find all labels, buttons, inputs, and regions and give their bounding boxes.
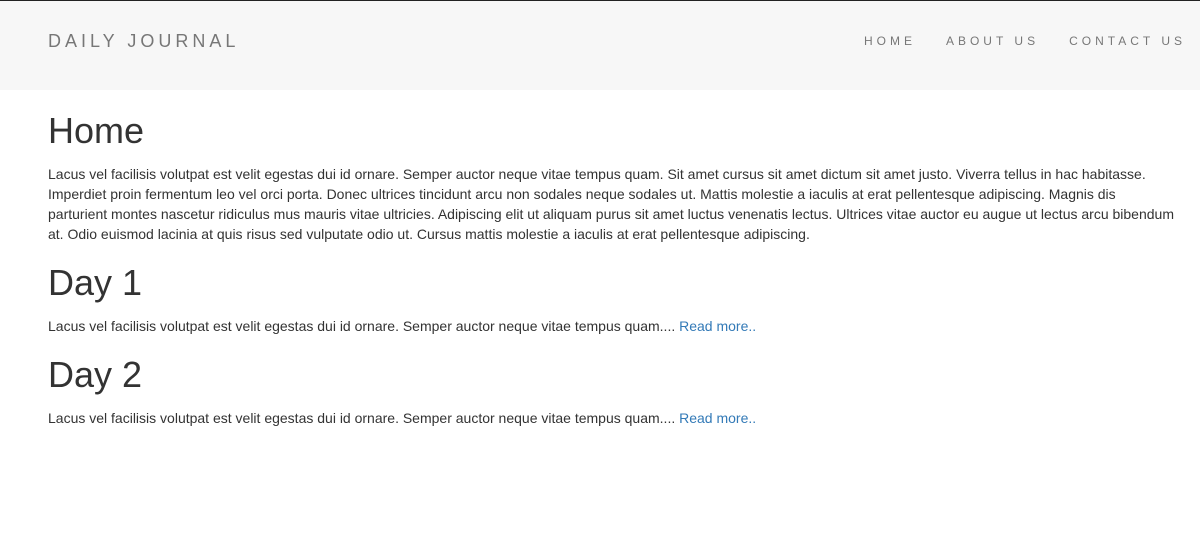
post-title: Day 2 — [48, 354, 143, 395]
read-more-link[interactable]: Read more.. — [679, 318, 756, 334]
post-excerpt-text: Lacus vel facilisis volutpat est velit e… — [48, 318, 676, 334]
read-more-link[interactable]: Read more.. — [679, 410, 756, 426]
nav-menu: HOME ABOUT US CONTACT US — [864, 34, 1186, 48]
nav-link-contact-us[interactable]: CONTACT US — [1069, 34, 1186, 48]
post-title: Day 1 — [48, 262, 143, 303]
nav-link-about-us[interactable]: ABOUT US — [946, 34, 1039, 48]
page-title: Home — [48, 110, 145, 151]
post-day-2: Day 2 Lacus vel facilisis volutpat est v… — [48, 354, 1178, 428]
top-navbar: DAILY JOURNAL HOME ABOUT US CONTACT US — [0, 0, 1200, 90]
main-content: Home Lacus vel facilisis volutpat est ve… — [48, 110, 1178, 446]
nav-link-home[interactable]: HOME — [864, 34, 916, 48]
post-excerpt-text: Lacus vel facilisis volutpat est velit e… — [48, 410, 676, 426]
nav-item-contact-us: CONTACT US — [1069, 34, 1186, 48]
post-day-1: Day 1 Lacus vel facilisis volutpat est v… — [48, 262, 1178, 336]
brand-link[interactable]: DAILY JOURNAL — [48, 31, 239, 51]
nav-item-home: HOME — [864, 34, 916, 48]
post-excerpt: Lacus vel facilisis volutpat est velit e… — [48, 316, 1178, 336]
post-excerpt: Lacus vel facilisis volutpat est velit e… — [48, 408, 1178, 428]
nav-item-about-us: ABOUT US — [946, 34, 1039, 48]
intro-paragraph: Lacus vel facilisis volutpat est velit e… — [48, 166, 1174, 242]
